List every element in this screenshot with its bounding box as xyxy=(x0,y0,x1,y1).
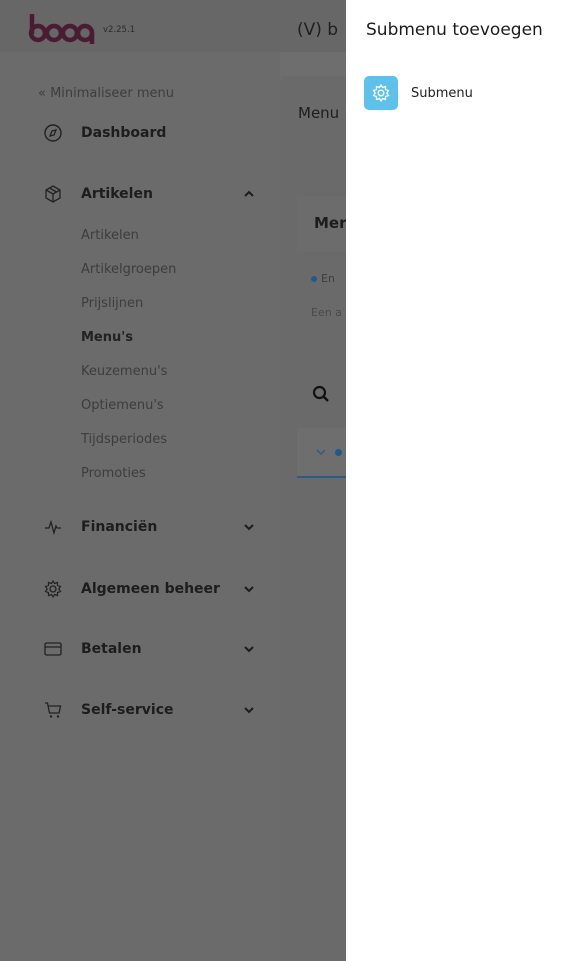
sidebar-subitem-menus[interactable]: Menu's xyxy=(81,330,133,345)
chevron-up-icon xyxy=(244,190,254,197)
minimize-menu-link[interactable]: « Minimaliseer menu xyxy=(38,86,174,101)
sidebar-subitem-tijdsperiodes[interactable]: Tijdsperiodes xyxy=(81,432,167,447)
add-submenu-panel: Submenu toevoegen Submenu xyxy=(346,0,567,961)
sidebar-subitem-promoties[interactable]: Promoties xyxy=(81,466,146,481)
sidebar-subitem-artikelgroepen[interactable]: Artikelgroepen xyxy=(81,262,176,277)
search-icon[interactable] xyxy=(312,385,330,403)
sidebar-subitem-optiemenus[interactable]: Optiemenu's xyxy=(81,398,164,413)
venue-title: (V) b xyxy=(297,20,339,40)
sidebar-item-dashboard[interactable]: Dashboard xyxy=(42,122,166,144)
sidebar-item-label: Financiën xyxy=(81,519,158,535)
sidebar-subitem-keuzemenus[interactable]: Keuzemenu's xyxy=(81,364,167,379)
chevron-down-icon xyxy=(244,586,254,593)
app-background: v2.25.1 (V) b « Minimaliseer menu Dashbo… xyxy=(0,0,567,961)
status-dot xyxy=(335,449,342,456)
gear-icon xyxy=(42,578,64,600)
status-text: En xyxy=(311,272,335,285)
panel-title: Submenu toevoegen xyxy=(366,20,543,40)
page-title: Menu xyxy=(298,104,340,122)
sidebar-item-betalen[interactable]: Betalen xyxy=(42,638,262,660)
sidebar-item-label: Artikelen xyxy=(81,186,153,202)
gear-icon xyxy=(364,76,398,110)
sidebar-item-label: Self-service xyxy=(81,702,174,718)
sidebar-subitem-artikelen[interactable]: Artikelen xyxy=(81,228,139,243)
sidebar-subitem-prijslijnen[interactable]: Prijslijnen xyxy=(81,296,143,311)
chevron-down-icon xyxy=(244,646,254,653)
compass-icon xyxy=(42,122,64,144)
sidebar-item-financien[interactable]: Financiën xyxy=(42,516,262,538)
chevron-down-icon xyxy=(244,524,254,531)
sidebar-item-label: Algemeen beheer xyxy=(81,581,220,597)
sidebar-item-label: Dashboard xyxy=(81,125,167,141)
sidebar-item-artikelen[interactable]: Artikelen xyxy=(42,183,262,205)
version-label: v2.25.1 xyxy=(103,25,136,35)
description-text: Een a xyxy=(311,306,342,319)
chevron-down-icon xyxy=(316,449,326,456)
submenu-option-label: Submenu xyxy=(411,85,473,101)
sidebar-item-label: Betalen xyxy=(81,641,142,657)
card-icon xyxy=(42,638,64,660)
card-title: Mer xyxy=(314,214,347,232)
status-dot xyxy=(311,276,317,282)
sidebar-item-self-service[interactable]: Self-service xyxy=(42,699,262,721)
logo-icon xyxy=(28,14,95,44)
chevron-down-icon xyxy=(244,707,254,714)
box-icon xyxy=(42,183,64,205)
status-label: En xyxy=(321,272,335,285)
pulse-icon xyxy=(42,516,64,538)
sidebar-item-algemeen-beheer[interactable]: Algemeen beheer xyxy=(42,578,262,600)
cart-icon xyxy=(42,699,64,721)
boog-logo[interactable] xyxy=(28,10,96,44)
submenu-option[interactable]: Submenu xyxy=(364,76,473,110)
